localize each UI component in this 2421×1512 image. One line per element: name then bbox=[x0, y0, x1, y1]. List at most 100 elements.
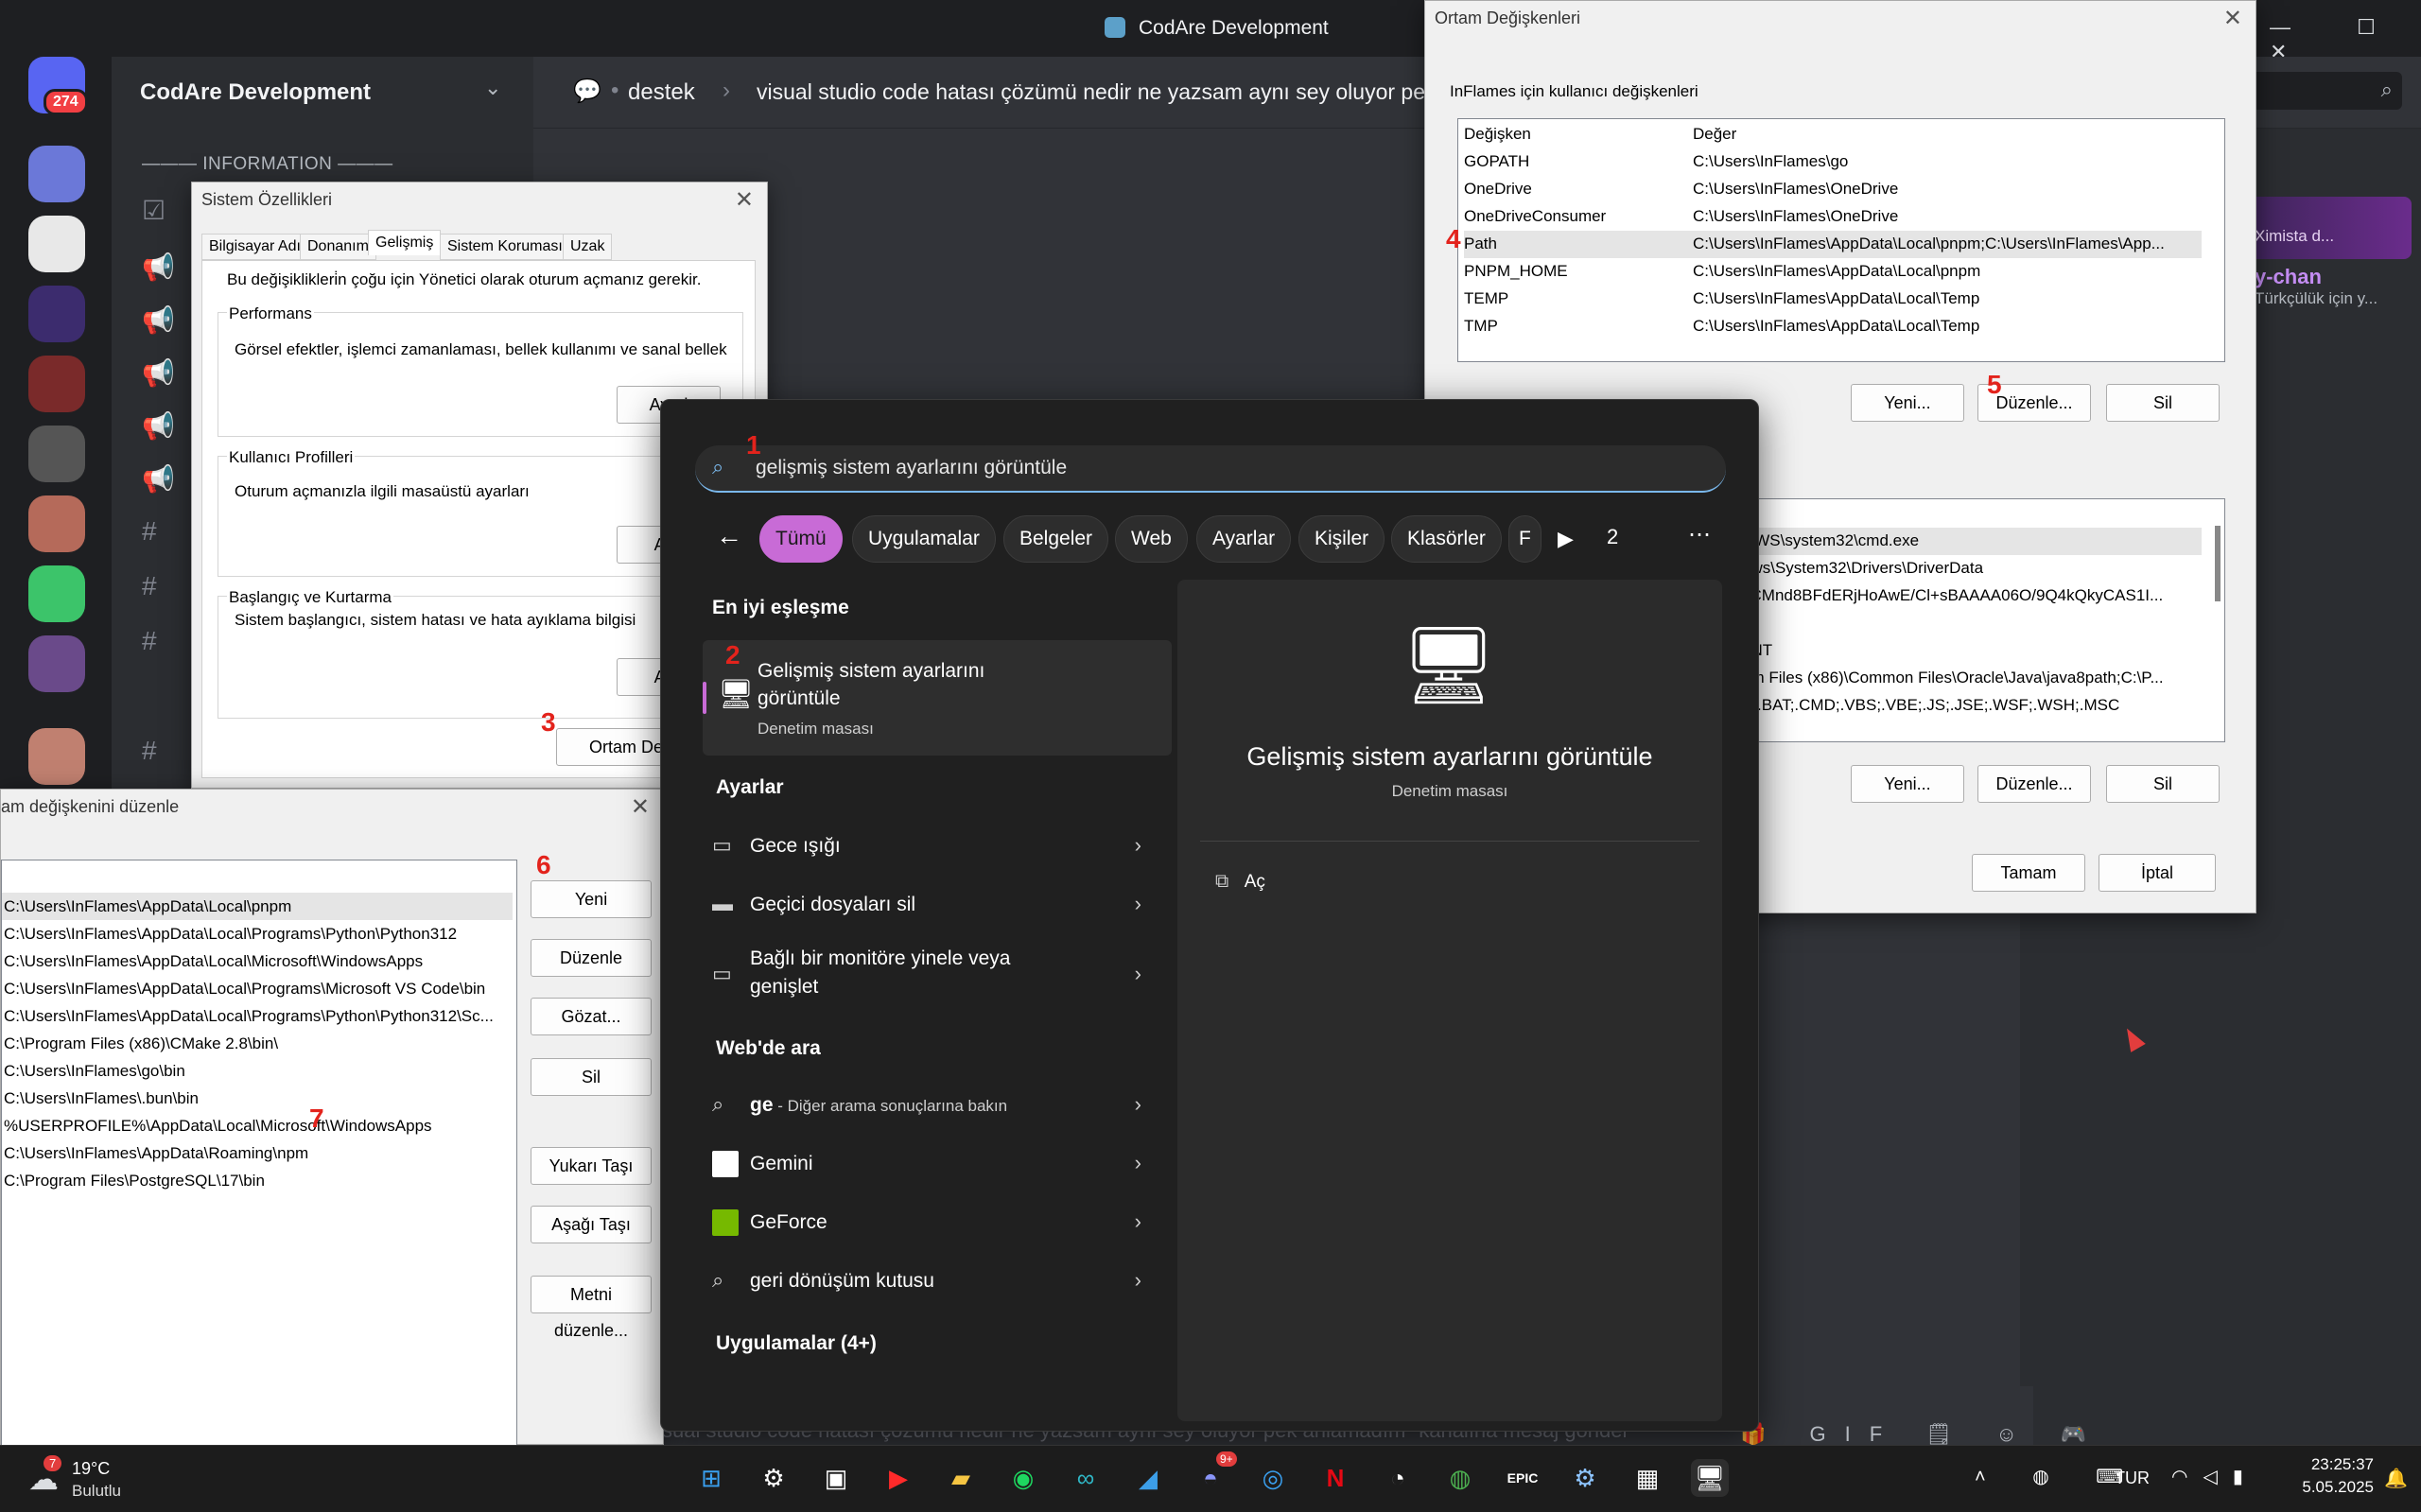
server-icon[interactable] bbox=[28, 728, 85, 785]
list-item[interactable]: %USERPROFILE%\AppData\Local\Microsoft\Wi… bbox=[2, 1112, 513, 1139]
server-icon[interactable] bbox=[28, 495, 85, 552]
filter-web[interactable]: Web bbox=[1115, 515, 1188, 563]
column-value[interactable]: Değer bbox=[1693, 125, 1736, 144]
search-input[interactable]: ⌕ gelişmiş sistem ayarlarını görüntüle bbox=[695, 445, 1726, 493]
clock[interactable]: 23:25:37 5.05.2025 bbox=[2302, 1453, 2374, 1499]
table-row[interactable]: TEMP C:\Users\InFlames\AppData\Local\Temp bbox=[1464, 286, 2202, 313]
table-row[interactable]: PNPM_HOME C:\Users\InFlames\AppData\Local… bbox=[1464, 258, 2202, 286]
table-row[interactable]: _NT bbox=[1742, 637, 2202, 665]
list-item[interactable]: C:\Users\InFlames\.bun\bin bbox=[2, 1085, 513, 1112]
web-result[interactable]: GeForce › bbox=[699, 1196, 1164, 1249]
table-row[interactable]: JCMnd8BFdERjHoAwE/Cl+sBAAAA06O/9Q4kQkyCA… bbox=[1742, 582, 2202, 610]
netflix-icon[interactable]: N bbox=[1316, 1459, 1354, 1497]
delete-button[interactable]: Sil bbox=[531, 1058, 652, 1096]
list-item[interactable]: C:\Users\InFlames\AppData\Roaming\npm bbox=[2, 1139, 513, 1167]
header-channel[interactable]: destek bbox=[628, 79, 695, 106]
table-row[interactable]: E;.BAT;.CMD;.VBS;.VBE;.JS;.JSE;.WSF;.WSH… bbox=[1742, 692, 2202, 720]
category-label[interactable]: ——— INFORMATION ——— bbox=[142, 154, 393, 175]
list-item[interactable]: C:\Users\InFlames\AppData\Local\Programs… bbox=[2, 975, 513, 1002]
system-delete-button[interactable]: Sil bbox=[2106, 765, 2220, 803]
filter-more[interactable]: F bbox=[1508, 515, 1541, 563]
vscode-icon[interactable]: ◢ bbox=[1129, 1459, 1167, 1497]
member-activity-card[interactable]: Ximista d... bbox=[2232, 197, 2412, 259]
server-icon[interactable] bbox=[28, 356, 85, 412]
settings-icon[interactable]: ⚙ bbox=[755, 1459, 792, 1497]
table-row[interactable]: ows\System32\Drivers\DriverData bbox=[1742, 555, 2202, 582]
megaphone-icon[interactable]: 📢 bbox=[142, 252, 175, 283]
network-volume-battery-icons[interactable]: ◠◁▮ bbox=[2171, 1465, 2258, 1488]
list-item[interactable]: C:\Users\InFlames\AppData\Local\Microsof… bbox=[2, 947, 513, 975]
checkbox-icon[interactable]: ☑ bbox=[142, 195, 165, 226]
best-match-item[interactable]: 🖥 Gelişmiş sistem ayarlarını görüntüle D… bbox=[703, 640, 1172, 756]
play-icon[interactable]: ▶ bbox=[1558, 527, 1574, 551]
path-list[interactable]: C:\Users\InFlames\AppData\Local\pnpm C:\… bbox=[1, 860, 517, 1446]
edit-button[interactable]: Düzenle bbox=[531, 939, 652, 977]
server-icon[interactable] bbox=[28, 426, 85, 482]
threads-icon[interactable]: 💬 bbox=[573, 78, 601, 105]
folder-icon[interactable]: ▰ bbox=[942, 1459, 980, 1497]
megaphone-icon[interactable]: 📢 bbox=[142, 357, 175, 389]
table-row[interactable] bbox=[1742, 610, 2202, 637]
start-icon[interactable]: ⊞ bbox=[692, 1459, 730, 1497]
system-edit-button[interactable]: Düzenle... bbox=[1977, 765, 2091, 803]
language-indicator[interactable]: TUR bbox=[2115, 1469, 2150, 1488]
megaphone-icon[interactable]: 📢 bbox=[142, 410, 175, 442]
web-result[interactable]: Gemini › bbox=[699, 1138, 1164, 1190]
hash-icon[interactable]: # bbox=[142, 626, 157, 656]
cancel-button[interactable]: İptal bbox=[2099, 854, 2216, 892]
filter-documents[interactable]: Belgeler bbox=[1003, 515, 1109, 563]
table-row[interactable]: OneDriveConsumer C:\Users\InFlames\OneDri… bbox=[1464, 203, 2202, 231]
setting-duplicate-display[interactable]: ▭ Bağlı bir monitöre yinele veya genişle… bbox=[699, 937, 1164, 1013]
header-thread-title[interactable]: visual studio code hatası çözümü nedir n… bbox=[757, 79, 1437, 105]
open-action[interactable]: ⧉ Aç bbox=[1215, 871, 1265, 893]
filter-settings[interactable]: Ayarlar bbox=[1196, 515, 1292, 563]
user-new-button[interactable]: Yeni... bbox=[1851, 384, 1964, 422]
server-icon[interactable] bbox=[28, 286, 85, 342]
hash-icon[interactable]: # bbox=[142, 736, 157, 766]
table-row[interactable]: GOPATH C:\Users\InFlames\go bbox=[1464, 148, 2202, 176]
hash-icon[interactable]: # bbox=[142, 571, 157, 601]
megaphone-icon[interactable]: 📢 bbox=[142, 304, 175, 336]
chrome-icon[interactable]: ◍ bbox=[1441, 1459, 1479, 1497]
setting-temp-files[interactable]: ▬ Geçici dosyaları sil › bbox=[699, 878, 1164, 931]
user-vars-table[interactable]: Değişken Değer GOPATH C:\Users\InFlames\g… bbox=[1457, 118, 2225, 362]
list-item[interactable]: C:\Users\InFlames\AppData\Local\pnpm bbox=[2, 893, 513, 920]
app-icon[interactable]: ∞ bbox=[1067, 1459, 1105, 1497]
more-options-icon[interactable]: ⋯ bbox=[1688, 521, 1711, 548]
browse-button[interactable]: Gözat... bbox=[531, 998, 652, 1035]
filter-count[interactable]: 2 bbox=[1607, 525, 1618, 549]
table-row[interactable]: OWS\system32\cmd.exe bbox=[1742, 528, 2202, 555]
filter-apps[interactable]: Uygulamalar bbox=[852, 515, 996, 563]
back-arrow-icon[interactable]: ← bbox=[716, 521, 742, 551]
new-button[interactable]: Yeni bbox=[531, 880, 652, 918]
filter-people[interactable]: Kişiler bbox=[1298, 515, 1385, 563]
notification-bell-icon[interactable]: 🔔 bbox=[2384, 1467, 2408, 1490]
filter-folders[interactable]: Klasörler bbox=[1391, 515, 1502, 563]
web-result[interactable]: ⌕ ge - Diğer arama sonuçlarına bakın › bbox=[699, 1079, 1164, 1132]
obs-icon[interactable]: ◔ bbox=[1379, 1459, 1417, 1497]
web-result[interactable]: ⌕ geri dönüşüm kutusu › bbox=[699, 1255, 1164, 1308]
list-item[interactable]: C:\Program Files\PostgreSQL\17\bin bbox=[2, 1167, 513, 1194]
table-row[interactable]: am Files (x86)\Common Files\Oracle\Java\… bbox=[1742, 665, 2202, 692]
close-icon[interactable]: ✕ bbox=[2223, 5, 2242, 32]
move-down-button[interactable]: Aşağı Taşı bbox=[531, 1206, 652, 1243]
spotify-icon[interactable]: ◉ bbox=[1004, 1459, 1042, 1497]
chevron-down-icon[interactable]: ⌄ bbox=[484, 76, 501, 100]
user-delete-button[interactable]: Sil bbox=[2106, 384, 2220, 422]
setting-night-light[interactable]: ▭ Gece ışığı › bbox=[699, 820, 1164, 873]
megaphone-icon[interactable]: 📢 bbox=[142, 463, 175, 495]
ok-button[interactable]: Tamam bbox=[1972, 854, 2085, 892]
epic-games-icon[interactable]: EPIC bbox=[1504, 1459, 1541, 1497]
table-row[interactable]: OneDrive C:\Users\InFlames\OneDrive bbox=[1464, 176, 2202, 203]
terminal-icon[interactable]: ▣ bbox=[817, 1459, 855, 1497]
close-icon[interactable]: ✕ bbox=[735, 186, 754, 214]
table-row-selected[interactable]: Path C:\Users\InFlames\AppData\Local\pnpm… bbox=[1464, 231, 2202, 258]
member-name[interactable]: y-chan bbox=[2255, 265, 2322, 289]
steam-icon[interactable]: ⚙ bbox=[1566, 1459, 1604, 1497]
move-up-button[interactable]: Yukarı Taşı bbox=[531, 1147, 652, 1185]
server-icon[interactable] bbox=[28, 565, 85, 622]
tab-advanced[interactable]: Gelişmiş bbox=[368, 230, 442, 255]
hash-icon[interactable]: # bbox=[142, 516, 157, 547]
tab-computer-name[interactable]: Bilgisayar Adı bbox=[201, 234, 308, 260]
server-icon[interactable] bbox=[28, 216, 85, 272]
